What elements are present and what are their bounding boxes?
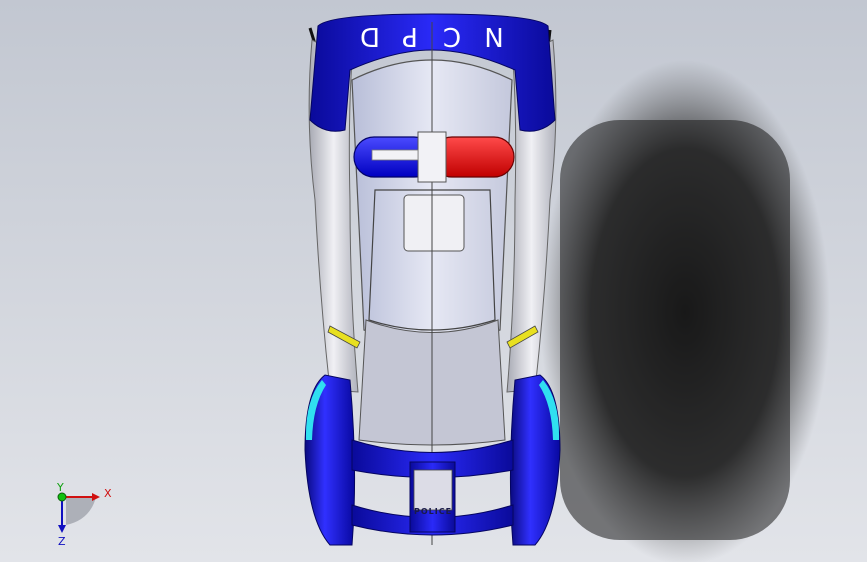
light-bar-center — [417, 131, 447, 183]
rear-plate — [413, 469, 453, 511]
vehicle-shadow — [540, 60, 830, 562]
rear-police-label: POLICE — [414, 507, 452, 516]
x-axis-label: X — [104, 487, 112, 500]
y-axis-origin-icon — [57, 492, 67, 502]
cad-viewport[interactable]: N C P D POLICE X Y Z — [0, 0, 867, 562]
vehicle-model[interactable]: N C P D POLICE — [304, 13, 561, 546]
seat-back — [403, 194, 465, 252]
viewport-canvas[interactable]: N C P D POLICE X Y Z — [0, 0, 867, 562]
roof-letter-2: C — [443, 21, 461, 51]
z-axis-label: Z — [58, 535, 66, 548]
roof-letter-3: P — [402, 21, 418, 51]
roof-letter-1: N — [484, 21, 503, 51]
roof-letter-4: D — [360, 21, 380, 51]
y-axis-label: Y — [56, 481, 64, 494]
light-bar — [353, 131, 515, 183]
